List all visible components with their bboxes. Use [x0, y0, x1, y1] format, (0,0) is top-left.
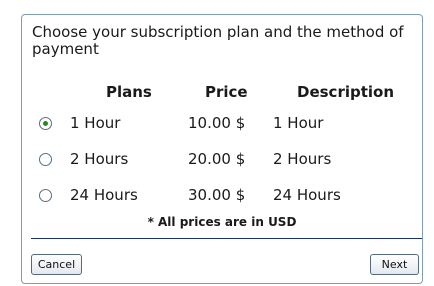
plan-row-1-hour[interactable]: 1 Hour 10.00 $ 1 Hour [22, 112, 422, 138]
plan-radio-2-hours[interactable] [39, 153, 52, 166]
plan-price: 30.00 $ [188, 186, 246, 204]
plan-radio-1-hour[interactable] [39, 117, 52, 130]
plan-description: 24 Hours [273, 186, 341, 204]
plan-row-2-hours[interactable]: 2 Hours 20.00 $ 2 Hours [22, 148, 422, 174]
subscription-panel: Choose your subscription plan and the me… [21, 14, 423, 284]
panel-heading: Choose your subscription plan and the me… [32, 23, 404, 58]
plan-description: 2 Hours [273, 150, 332, 168]
plan-price: 20.00 $ [188, 150, 246, 168]
plan-name: 24 Hours [70, 186, 138, 204]
plan-name: 1 Hour [70, 114, 121, 132]
column-header-plans: Plans [106, 83, 152, 101]
column-header-price: Price [205, 83, 248, 101]
cancel-button[interactable]: Cancel [31, 254, 82, 275]
next-button[interactable]: Next [370, 254, 419, 275]
plan-description: 1 Hour [273, 114, 324, 132]
plan-row-24-hours[interactable]: 24 Hours 30.00 $ 24 Hours [22, 184, 422, 210]
plan-radio-24-hours[interactable] [39, 189, 52, 202]
divider [31, 238, 422, 239]
currency-footnote: * All prices are in USD [147, 215, 297, 229]
plan-price: 10.00 $ [188, 114, 246, 132]
column-header-description: Description [297, 83, 395, 101]
plan-name: 2 Hours [70, 150, 129, 168]
